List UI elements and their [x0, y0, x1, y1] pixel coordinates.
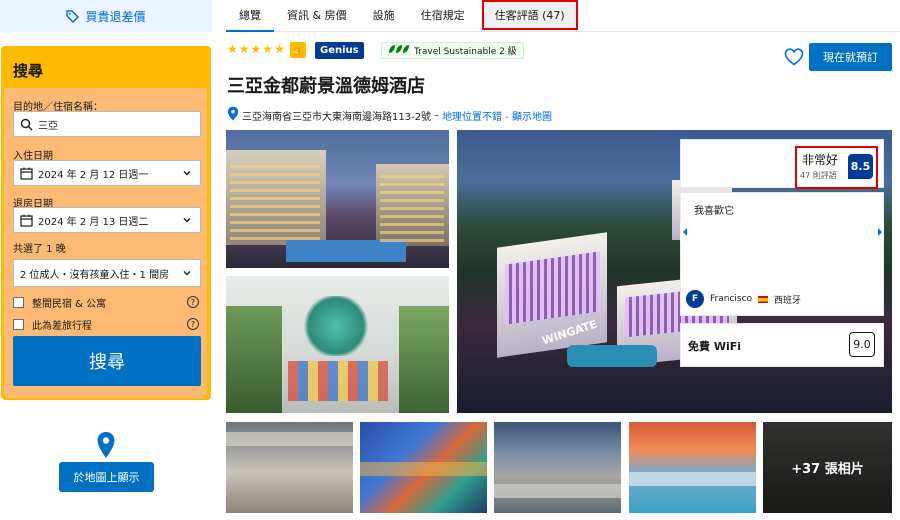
location-map-link[interactable]: 地理位置不錯 - 顯示地圖 [442, 108, 552, 123]
review-count: 47 則評語 [800, 171, 837, 180]
hotel-address: 三亞海南省三亞市大東海南邊海路113-2號 [242, 111, 432, 123]
travel-sustainable-badge[interactable]: Travel Sustainable 2 級 [381, 42, 524, 59]
photo-lobby[interactable] [226, 276, 449, 413]
map-pin-icon [96, 431, 116, 463]
address-row: 三亞海南省三亞市大東海南邊海路113-2號 – 地理位置不錯 - 顯示地圖 [227, 106, 552, 124]
review-quote: 我喜歡它 [694, 206, 734, 217]
thumbs-up-icon: 👍 [290, 42, 306, 58]
tab-overview[interactable]: 總覽 [226, 0, 274, 32]
star-icon: ★ [227, 42, 238, 56]
photo-thumb-pool-aerial[interactable] [360, 422, 487, 513]
photo-thumb-pool-umbrellas[interactable] [629, 422, 756, 513]
tag-icon [66, 9, 80, 23]
star-icon: ★ [274, 42, 285, 56]
tab-guest-reviews[interactable]: 住客評語 (47) [481, 0, 578, 30]
homes-checkbox-label: 整間民宿 & 公寓 [32, 298, 107, 310]
nights-label: 共選了 1 晚 [13, 244, 66, 255]
address-separator: – [434, 109, 440, 121]
chevron-down-icon [182, 168, 192, 181]
review-score-badge: 8.5 [848, 154, 873, 179]
star-icon: ★ [250, 42, 262, 56]
chevron-right-icon[interactable] [875, 223, 884, 241]
search-icon [14, 118, 38, 131]
tab-info-prices[interactable]: 資訊 & 房價 [274, 0, 360, 30]
guests-select[interactable]: 2 位成人・沒有孩童入住・1 間房 [13, 259, 201, 287]
show-on-map-button[interactable]: 於地圖上顯示 [59, 462, 154, 492]
avatar: F [686, 290, 704, 308]
left-sidebar: 買貴退差價 搜尋 目的地／住宿名稱： 三亞 入住日期 2024 年 2 月 12… [0, 0, 212, 520]
help-icon[interactable]: ? [187, 296, 199, 308]
hotel-name: 三亞金都蔚景溫德姆酒店 [227, 76, 425, 97]
search-title: 搜尋 [13, 62, 44, 80]
photo-hotel-exterior-dusk[interactable] [226, 130, 449, 268]
price-match-banner[interactable]: 買貴退差價 [0, 0, 212, 32]
photo-thumb-more[interactable]: +37 張相片 [763, 422, 892, 513]
sustainable-label: Travel Sustainable 2 級 [414, 47, 517, 57]
tab-house-rules[interactable]: 住宿規定 [408, 0, 478, 30]
chevron-down-icon [182, 215, 192, 228]
property-tabs: 總覽 資訊 & 房價 設施 住宿規定 住客評語 (47) [226, 0, 900, 32]
genius-badge[interactable]: Genius [315, 42, 364, 59]
more-photos-label: +37 張相片 [763, 422, 892, 513]
calendar-icon [14, 214, 38, 227]
spain-flag-icon [758, 295, 769, 303]
reviewer-country: 西班牙 [774, 295, 802, 306]
leaf-icon [388, 44, 410, 57]
photo-thumb-lobby-chandelier[interactable] [226, 422, 353, 513]
star-icon: ★ [238, 42, 250, 56]
reviewer-name: Francisco [710, 294, 753, 304]
checkout-date-field[interactable]: 2024 年 2 月 13 日週二 [13, 207, 201, 233]
wifi-score: 9.0 [849, 332, 875, 357]
search-button[interactable]: 搜尋 [13, 336, 201, 386]
chevron-down-icon [182, 268, 192, 281]
star-rating: ★ ★ ★ ★ ★ [227, 42, 285, 56]
photo-thumb-pool-deck[interactable] [494, 422, 621, 513]
star-icon: ★ [262, 42, 274, 56]
work-trip-checkbox-row[interactable]: 此為差旅行程 ? [13, 316, 201, 332]
destination-input[interactable]: 三亞 [13, 111, 201, 137]
homes-checkbox-row[interactable]: 整間民宿 & 公寓 ? [13, 294, 201, 310]
homes-checkbox[interactable] [13, 296, 24, 308]
work-trip-checkbox-label: 此為差旅行程 [32, 320, 92, 332]
checkin-value: 2024 年 2 月 12 日週一 [38, 169, 149, 181]
chevron-left-icon[interactable] [680, 223, 689, 241]
tab-facilities[interactable]: 設施 [360, 0, 408, 30]
checkout-value: 2024 年 2 月 13 日週二 [38, 216, 149, 228]
help-icon[interactable]: ? [187, 318, 199, 330]
reviewer-info: F Francisco 西班牙 [686, 290, 801, 308]
wifi-label: 免費 WiFi [688, 340, 742, 353]
reserve-button[interactable]: 現在就預訂 [809, 43, 892, 71]
guests-value: 2 位成人・沒有孩童入住・1 間房 [20, 269, 170, 281]
calendar-icon [14, 167, 38, 180]
heart-icon[interactable] [784, 48, 804, 70]
work-trip-checkbox[interactable] [13, 318, 24, 330]
location-pin-icon [227, 106, 239, 124]
price-match-label: 買貴退差價 [85, 9, 146, 24]
checkin-date-field[interactable]: 2024 年 2 月 12 日週一 [13, 160, 201, 186]
destination-value: 三亞 [38, 120, 58, 132]
score-word: 非常好 [802, 153, 839, 167]
